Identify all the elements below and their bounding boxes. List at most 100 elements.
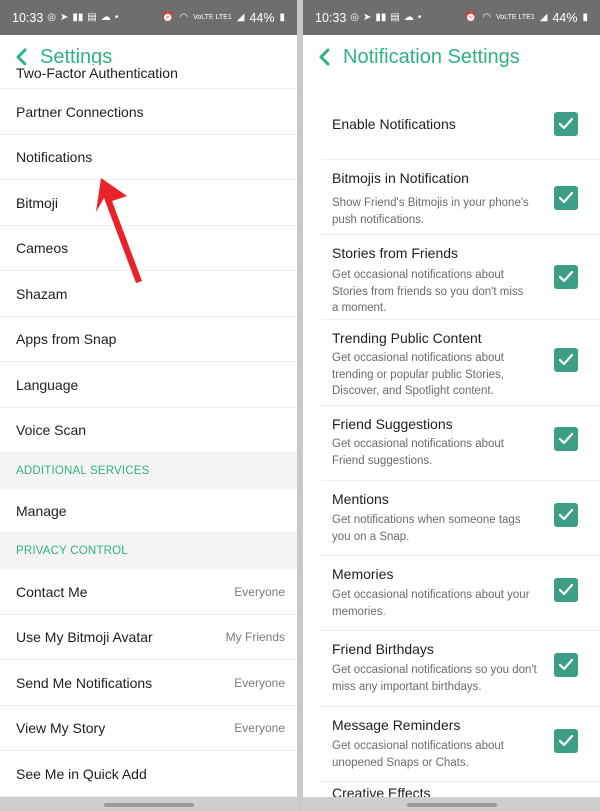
notif-row-mentions[interactable]: Mentions Get notifications when someone … (321, 481, 600, 556)
checkmark-icon (558, 353, 574, 366)
battery-icon: ▮ (279, 11, 285, 23)
settings-item-language[interactable]: Language (0, 362, 297, 408)
notif-checkbox[interactable] (554, 348, 578, 372)
settings-item-value: Everyone (234, 675, 285, 690)
notification-settings-screen: 10:33 ◎ ➤ ▮▮ ▤ ☁ • ⏰ ◠ VoLTE LTE1 ◢ 44% … (303, 0, 600, 811)
settings-item-use-my-bitmoji-avatar[interactable]: Use My Bitmoji Avatar My Friends (0, 615, 297, 660)
settings-item-apps-from-snap[interactable]: Apps from Snap (0, 317, 297, 362)
whatsapp-icon: ◎ (350, 11, 360, 23)
settings-item-value: Everyone (234, 721, 285, 735)
whatsapp-icon: ◎ (47, 11, 57, 23)
signal-icon: ◢ (236, 11, 245, 23)
settings-item-send-me-notifications[interactable]: Send Me Notifications Everyone (0, 660, 297, 706)
notif-row-title: Bitmojis in Notification (332, 170, 469, 186)
checkmark-icon (558, 270, 574, 283)
notif-row-title: Stories from Friends (332, 245, 459, 261)
telegram-icon: ➤ (363, 11, 372, 23)
settings-item-view-my-story[interactable]: View My Story Everyone (0, 706, 297, 751)
settings-item-label: Bitmoji (16, 194, 59, 211)
notif-checkbox[interactable] (554, 427, 578, 451)
notif-row-desc: Get occasional notifications about trend… (332, 352, 504, 397)
notif-row-memories[interactable]: Memories Get occasional notifications ab… (321, 556, 600, 631)
notif-checkbox[interactable] (554, 186, 578, 210)
settings-item-voice-scan[interactable]: Voice Scan (0, 408, 297, 453)
notif-checkbox[interactable] (554, 653, 578, 677)
notif-row-desc: Get occasional notifications so you don'… (332, 664, 537, 693)
notif-row-desc: Get occasional notifications about your … (332, 589, 530, 618)
notification-settings-header: Notification Settings (303, 35, 600, 79)
telegram-icon: ➤ (60, 11, 69, 23)
notif-checkbox[interactable] (554, 265, 578, 289)
settings-item-contact-me[interactable]: Contact Me Everyone (0, 569, 297, 615)
status-time: 10:33 (315, 10, 347, 25)
cloud-icon: ☁ (100, 11, 111, 23)
message-icon: ▤ (87, 11, 97, 23)
wifi-icon: ◠ (179, 11, 189, 23)
status-bar: 10:33 ◎ ➤ ▮▮ ▤ ☁ • ⏰ ◠ VoLTE LTE1 ◢ 44% … (303, 0, 600, 35)
notif-checkbox[interactable] (554, 503, 578, 527)
status-time: 10:33 (12, 10, 44, 25)
notif-row-desc: Get notifications when someone tags you … (332, 514, 521, 543)
signal-icon: ◢ (539, 11, 548, 23)
section-header-additional-services: ADDITIONAL SERVICES (0, 453, 297, 489)
notif-row-title: Memories (332, 566, 394, 582)
network-icon: VoLTE LTE1 (193, 14, 232, 21)
message-icon: ▤ (390, 11, 400, 23)
settings-item-label: Language (16, 376, 79, 393)
notif-row-friend-suggestions[interactable]: Friend Suggestions Get occasional notifi… (321, 406, 600, 481)
checkmark-icon (558, 583, 574, 596)
notif-row-desc: Get occasional notifications about Stori… (332, 269, 524, 314)
section-header-privacy-control: PRIVACY CONTROL (0, 533, 297, 569)
settings-item-label: Manage (16, 502, 67, 519)
notif-row-title: Enable Notifications (332, 116, 456, 132)
settings-item-label: Notifications (16, 149, 93, 165)
home-indicator[interactable] (406, 803, 497, 807)
notif-row-title: Friend Suggestions (332, 416, 453, 432)
notif-row-friend-birthdays[interactable]: Friend Birthdays Get occasional notifica… (321, 631, 600, 707)
settings-item-bitmoji[interactable]: Bitmoji (0, 180, 297, 226)
settings-item-label: See Me in Quick Add (16, 765, 147, 782)
wifi-icon: ◠ (482, 11, 492, 23)
settings-item-notifications[interactable]: Notifications (0, 135, 297, 180)
checkmark-icon (558, 734, 574, 747)
battery-level: 44% (552, 10, 578, 25)
notif-row-message-reminders[interactable]: Message Reminders Get occasional notific… (321, 707, 600, 782)
media-icon: ▮▮ (375, 11, 387, 23)
notif-row-desc: Get occasional notifications about unope… (332, 740, 504, 769)
notif-row-title: Friend Birthdays (332, 641, 434, 657)
settings-item-manage[interactable]: Manage (0, 489, 297, 533)
media-icon: ▮▮ (72, 11, 84, 23)
settings-item-label: Send Me Notifications (16, 674, 153, 691)
settings-item-two-factor[interactable]: Two-Factor Authentication (0, 65, 297, 89)
notif-row-stories-from-friends[interactable]: Stories from Friends Get occasional noti… (321, 235, 600, 320)
battery-icon: ▮ (582, 11, 588, 23)
settings-item-label: Partner Connections (16, 103, 144, 120)
notif-checkbox[interactable] (554, 578, 578, 602)
settings-item-label: Apps from Snap (16, 331, 117, 347)
settings-item-partner-connections[interactable]: Partner Connections (0, 89, 297, 135)
notif-row-desc: Get occasional notifications about Frien… (332, 438, 504, 467)
cloud-icon: ☁ (403, 11, 414, 23)
notif-row-trending-public-content[interactable]: Trending Public Content Get occasional n… (321, 320, 600, 406)
checkmark-icon (558, 117, 574, 130)
settings-item-label: Contact Me (16, 583, 88, 600)
settings-item-see-me-in-quick-add[interactable]: See Me in Quick Add (0, 751, 297, 797)
enable-notifications-row[interactable]: Enable Notifications (321, 98, 600, 160)
enable-notifications-checkbox[interactable] (554, 112, 578, 136)
settings-item-label: Two-Factor Authentication (16, 65, 178, 81)
network-icon: VoLTE LTE1 (496, 14, 535, 21)
settings-screen: 10:33 ◎ ➤ ▮▮ ▤ ☁ • ⏰ ◠ VoLTE LTE1 ◢ 44% … (0, 0, 297, 811)
checkmark-icon (558, 191, 574, 204)
status-bar: 10:33 ◎ ➤ ▮▮ ▤ ☁ • ⏰ ◠ VoLTE LTE1 ◢ 44% … (0, 0, 297, 35)
checkmark-icon (558, 658, 574, 671)
alarm-icon: ⏰ (161, 11, 175, 23)
notif-row-bitmojis[interactable]: Bitmojis in Notification Show Friend's B… (321, 160, 600, 235)
settings-item-shazam[interactable]: Shazam (0, 271, 297, 317)
home-indicator[interactable] (103, 803, 194, 807)
notif-checkbox[interactable] (554, 729, 578, 753)
back-arrow-icon[interactable] (315, 46, 333, 68)
battery-level: 44% (249, 10, 275, 25)
notif-row-title: Message Reminders (332, 717, 461, 733)
settings-item-cameos[interactable]: Cameos (0, 226, 297, 271)
dot-icon: • (417, 11, 422, 23)
